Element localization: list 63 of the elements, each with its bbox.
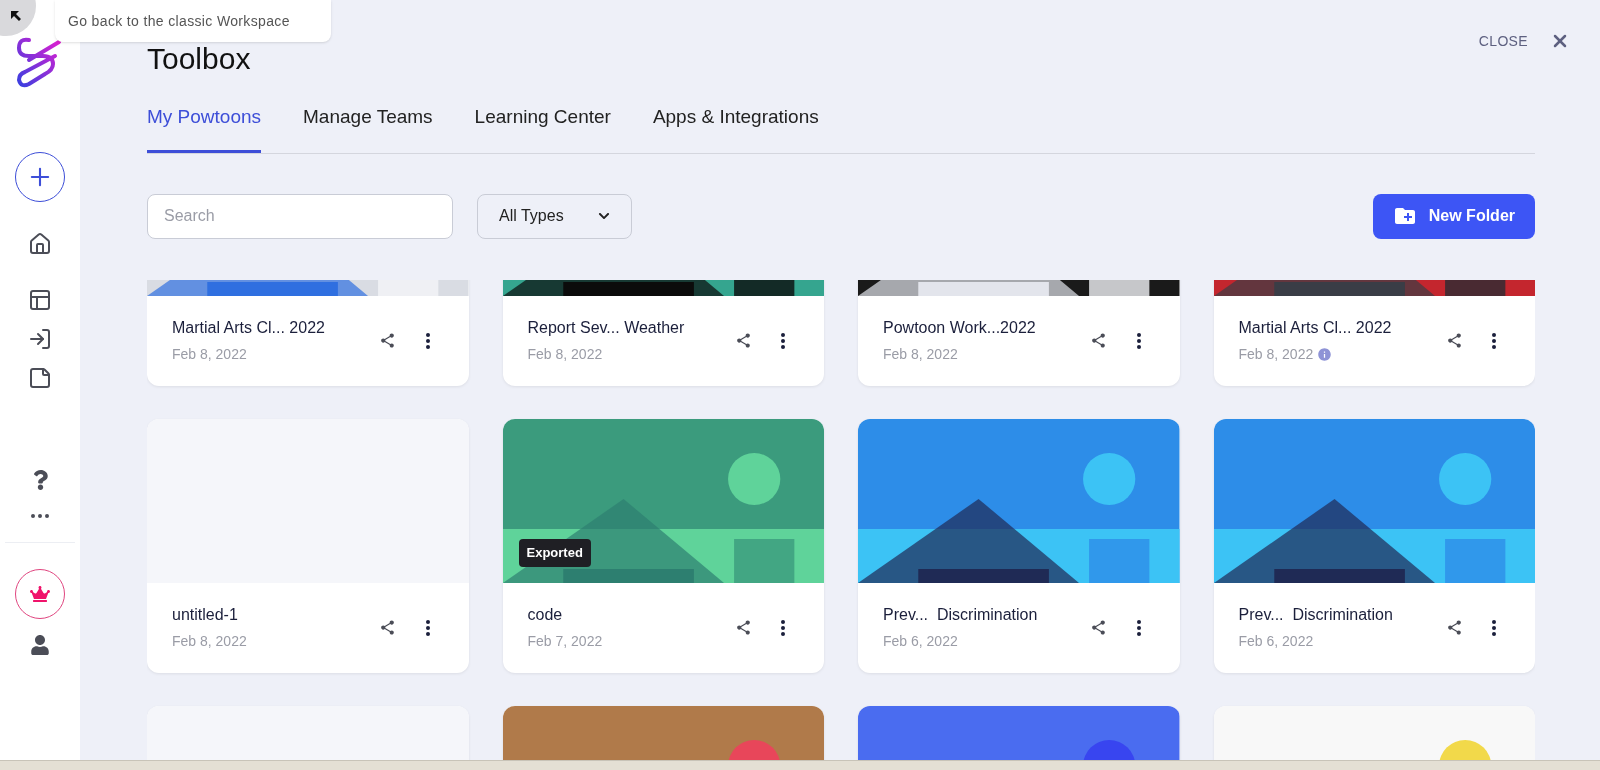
powtoon-title[interactable]: Prev... Discrimination <box>883 603 1083 627</box>
status-badge: Exported <box>518 539 591 567</box>
tab[interactable]: Apps & Integrations <box>652 103 819 153</box>
info-icon[interactable] <box>1317 347 1333 362</box>
tab[interactable]: My Powtoons <box>147 103 262 153</box>
powtoon-title[interactable]: Martial Arts Cl... 2022 <box>172 316 372 340</box>
tab[interactable]: Manage Teams <box>303 103 433 153</box>
powtoon-date: Feb 6, 2022 <box>1238 632 1314 651</box>
share-icon <box>379 619 396 636</box>
more-icon <box>781 619 785 636</box>
powtoon-card[interactable]: Exported code Feb 7, 2022 <box>502 418 824 673</box>
tooltip-text: Go back to the classic Workspace <box>68 11 290 31</box>
powtoon-date: Feb 8, 2022 <box>527 345 603 364</box>
share-icon <box>1445 332 1463 349</box>
user-icon[interactable] <box>30 635 50 655</box>
tab[interactable]: Learning Center <box>474 103 611 153</box>
share-icon <box>379 332 396 349</box>
powtoon-date: Feb 8, 2022 <box>172 632 247 651</box>
enter-icon[interactable] <box>28 327 52 351</box>
more-icon <box>1492 619 1496 636</box>
powtoon-title[interactable]: Prev... Discrimination <box>1238 603 1438 627</box>
share-icon <box>1090 332 1107 349</box>
more-icon <box>1492 332 1496 349</box>
more-icon <box>425 619 430 636</box>
powtoon-title[interactable]: untitled-1 <box>172 603 372 627</box>
powtoon-card[interactable]: Martial Arts Cl... 2022 Feb 8, 2022 <box>147 279 469 386</box>
powtoon-date: Feb 8, 2022 <box>1238 345 1314 364</box>
crown-icon <box>30 584 50 604</box>
powtoon-card[interactable]: Prev... Discrimination Feb 6, 2022 <box>858 418 1180 673</box>
powtoon-card[interactable]: Martial Arts Cl... 2022 Feb 8, 2022 <box>1213 279 1535 386</box>
more-icon <box>425 332 430 349</box>
more-icon <box>1136 332 1141 349</box>
share-icon <box>1445 619 1463 636</box>
create-button[interactable] <box>15 152 65 202</box>
powtoon-card[interactable]: Powtoon Work...2022 Feb 8, 2022 <box>858 279 1180 386</box>
new-folder-button[interactable]: New Folder <box>1372 193 1535 239</box>
powtoon-title[interactable]: code <box>527 603 727 627</box>
more-icon <box>781 332 785 349</box>
powtoon-card[interactable]: Report Sev... Weather Feb 8, 2022 <box>502 279 824 386</box>
caret-icon <box>598 210 610 222</box>
help-icon[interactable] <box>32 470 48 490</box>
powtoon-title[interactable]: Report Sev... Weather <box>527 316 727 340</box>
more-icon <box>1136 619 1141 636</box>
close-button[interactable]: CLOSE <box>1478 30 1528 52</box>
share-icon <box>734 332 752 349</box>
page-title: Toolbox <box>147 44 251 74</box>
powtoon-date: Feb 8, 2022 <box>883 345 958 364</box>
powtoon-date: Feb 8, 2022 <box>172 345 247 364</box>
powtoon-card[interactable]: untitled-1 Feb 8, 2022 <box>147 418 469 673</box>
powtoon-card[interactable]: Prev... Discrimination Feb 6, 2022 <box>1213 418 1535 673</box>
type-dropdown[interactable]: All Types <box>477 193 632 239</box>
search-field[interactable]: Search <box>147 193 453 239</box>
upgrade-button[interactable] <box>15 569 65 619</box>
share-icon <box>734 619 752 636</box>
home-icon[interactable] <box>28 232 52 256</box>
layout-icon[interactable] <box>28 288 52 312</box>
note-icon[interactable] <box>28 366 52 390</box>
powtoon-title[interactable]: Powtoon Work...2022 <box>883 316 1083 340</box>
powtoon-date: Feb 6, 2022 <box>883 632 958 651</box>
powtoon-title[interactable]: Martial Arts Cl... 2022 <box>1238 316 1438 340</box>
cursor-icon <box>10 10 22 22</box>
share-icon <box>1090 619 1107 636</box>
powtoon-date: Feb 7, 2022 <box>527 632 603 651</box>
